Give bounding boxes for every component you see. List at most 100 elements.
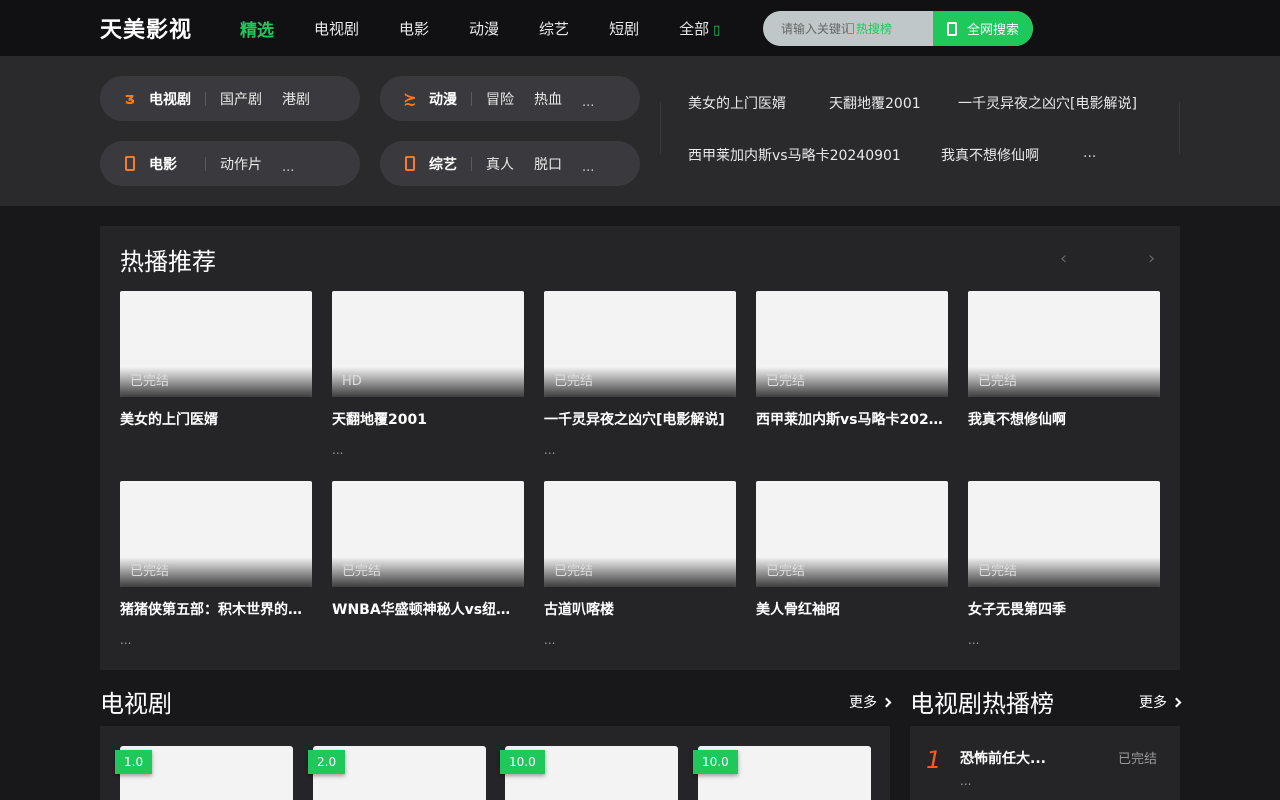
nav-item-variety[interactable]: 综艺 (539, 18, 569, 39)
status-badge: 已完结 (554, 374, 594, 389)
video-title[interactable]: 猪猪侠第五部：积木世界的童话故事 (120, 599, 312, 619)
video-card[interactable]: 已完结女子无畏第四季... (968, 481, 1160, 647)
divider (205, 91, 206, 106)
tv-panel (100, 726, 890, 800)
nav-item-featured[interactable]: 精选 (240, 16, 274, 41)
video-card[interactable]: 已完结我真不想修仙啊 (968, 291, 1160, 457)
category-pill-movie: 电影 动作片 ... (100, 141, 360, 186)
category-pill-variety: 综艺 真人 脱口 ... (380, 141, 640, 186)
site-logo[interactable]: 天美影视 (100, 12, 192, 44)
category-title[interactable]: 电视剧 (149, 89, 191, 109)
category-pill-tv: ᴣ 电视剧 国产剧 港剧 (100, 76, 360, 121)
video-title[interactable]: 美女的上门医婿 (120, 409, 312, 429)
video-title[interactable]: 一千灵异夜之凶穴[电影解说] (544, 409, 736, 429)
hot-search-label: 热搜榜 (856, 22, 893, 36)
video-thumbnail[interactable]: 已完结 (120, 481, 312, 587)
video-card[interactable]: 已完结美人骨红袖昭 (756, 481, 948, 647)
score-badge: 1.0 (115, 750, 153, 774)
score-badge: 10.0 (693, 750, 738, 774)
hot-links-more[interactable]: ... (1083, 145, 1096, 161)
tv-section-title: 电视剧 (100, 690, 172, 718)
category-link[interactable]: 国产剧 (220, 89, 262, 109)
video-thumbnail[interactable]: 已完结 (968, 291, 1160, 397)
category-more[interactable]: ... (582, 95, 594, 110)
top-header: 天美影视 精选 电视剧 电影 动漫 综艺 短剧 全部▯ 热搜榜 全网搜索 (0, 0, 1280, 56)
video-card[interactable]: 已完结 古道叭喀楼... (544, 481, 736, 647)
video-title[interactable]: 美人骨红袖昭 (756, 599, 948, 619)
nav-item-movies[interactable]: 电影 (399, 18, 429, 39)
video-thumbnail[interactable]: 已完结 (544, 291, 736, 397)
section-title: 热播推荐 (120, 248, 216, 276)
search-input[interactable] (763, 11, 847, 46)
video-title[interactable]: 我真不想修仙啊 (968, 409, 1160, 429)
tv-icon: ᴣ (124, 89, 136, 108)
video-thumbnail[interactable]: 已完结 (332, 481, 524, 587)
video-subtitle (756, 443, 948, 457)
video-thumbnail[interactable]: HD (332, 291, 524, 397)
score-badge: 10.0 (500, 750, 545, 774)
video-thumbnail[interactable]: 已完结 (120, 291, 312, 397)
nav-item-shorts[interactable]: 短剧 (609, 18, 639, 39)
video-title[interactable]: WNBA华盛顿神秘人vs纽约自由人 (332, 599, 524, 619)
search-button-icon (946, 21, 957, 36)
hot-link[interactable]: 西甲莱加内斯vs马略卡20240901 (688, 145, 901, 165)
hot-link[interactable]: 一千灵异夜之凶穴[电影解说] (958, 93, 1137, 113)
video-title[interactable]: 古道叭喀楼 (544, 599, 736, 619)
video-card[interactable]: 已完结美女的上门医婿 (120, 291, 312, 457)
rank-panel: 1 恐怖前任大... 已完结 ... (910, 726, 1180, 800)
category-link[interactable]: 热血 (534, 89, 562, 109)
rank-status: 已完结 (1118, 752, 1158, 767)
tv-more-link[interactable]: 更多 (849, 692, 892, 712)
video-thumbnail[interactable]: 已完结 (756, 291, 948, 397)
video-thumbnail[interactable]: 已完结 (544, 481, 736, 587)
nav-item-anime[interactable]: 动漫 (469, 18, 499, 39)
category-link[interactable]: 冒险 (486, 89, 514, 109)
carousel-next-icon[interactable]: › (1148, 248, 1162, 269)
video-card[interactable]: 已完结一千灵异夜之凶穴[电影解说]... (544, 291, 736, 457)
category-link[interactable]: 动作片 (220, 154, 262, 174)
video-thumbnail[interactable]: 已完结 (756, 481, 948, 587)
rank-more-link[interactable]: 更多 (1139, 692, 1182, 712)
category-link[interactable]: 脱口 (534, 154, 562, 174)
video-subtitle: ... (544, 443, 556, 457)
category-title[interactable]: 动漫 (429, 89, 457, 109)
hot-link[interactable]: 美女的上门医婿 (688, 93, 786, 113)
video-card[interactable]: 已完结猪猪侠第五部：积木世界的童话故事... (120, 481, 312, 647)
status-badge: 已完结 (766, 564, 806, 579)
rank-number: 1 (926, 746, 942, 774)
video-title[interactable]: 女子无畏第四季 (968, 599, 1160, 619)
video-subtitle: ... (120, 633, 132, 647)
more-label: 更多 (1139, 695, 1167, 711)
category-link[interactable]: 真人 (486, 154, 514, 174)
video-card[interactable]: 已完结 WNBA华盛顿神秘人vs纽约自由人 (332, 481, 524, 647)
category-more[interactable]: ... (582, 160, 594, 175)
carousel-prev-icon[interactable]: ‹ (1060, 248, 1074, 269)
nav-item-tv[interactable]: 电视剧 (314, 18, 359, 39)
search-bar: 热搜榜 全网搜索 (763, 11, 1033, 46)
category-link[interactable]: 港剧 (282, 89, 310, 109)
hot-search-link[interactable]: 热搜榜 (847, 20, 933, 37)
hot-search-icon (847, 23, 854, 34)
movie-icon (120, 156, 140, 171)
video-subtitle: ... (968, 633, 980, 647)
rank-title[interactable]: 恐怖前任大... (960, 748, 1046, 768)
divider (471, 91, 472, 106)
chevron-right-icon (881, 697, 892, 708)
video-card[interactable]: HD 天翻地覆2001... (332, 291, 524, 457)
video-subtitle (968, 443, 1160, 457)
video-card[interactable]: 已完结西甲莱加内斯vs马略卡20240901 (756, 291, 948, 457)
video-title[interactable]: 西甲莱加内斯vs马略卡20240901 (756, 409, 948, 429)
search-button[interactable]: 全网搜索 (933, 11, 1033, 46)
video-title[interactable]: 天翻地覆2001 (332, 409, 524, 429)
video-thumbnail[interactable]: 已完结 (968, 481, 1160, 587)
score-badge: 2.0 (308, 750, 346, 774)
hot-link[interactable]: 天翻地覆2001 (829, 93, 921, 113)
category-title[interactable]: 综艺 (429, 154, 457, 174)
category-more[interactable]: ... (282, 160, 294, 175)
variety-icon (400, 156, 420, 171)
nav-item-all-label: 全部 (679, 19, 710, 38)
hot-link[interactable]: 我真不想修仙啊 (941, 145, 1039, 165)
nav-item-all[interactable]: 全部 ▯ (679, 18, 720, 39)
category-title[interactable]: 电影 (149, 154, 177, 174)
video-subtitle (332, 633, 524, 647)
